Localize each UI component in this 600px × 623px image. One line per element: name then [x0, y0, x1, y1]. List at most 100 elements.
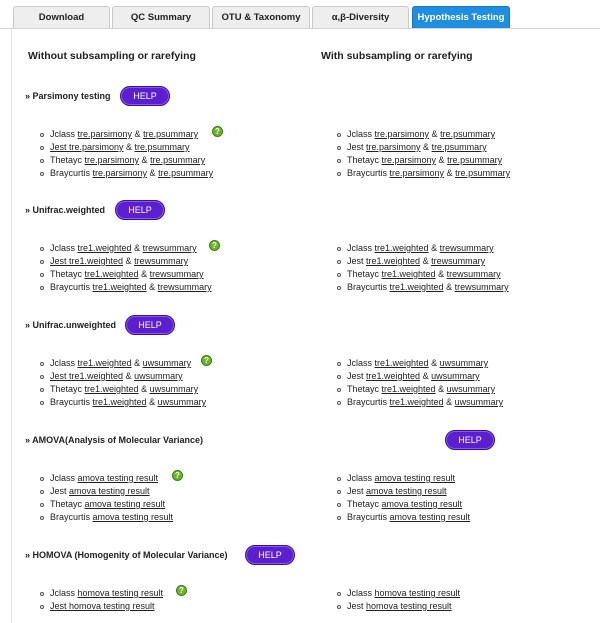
- summary-link[interactable]: trewsummary: [431, 256, 485, 266]
- summary-link[interactable]: uwsummary: [447, 384, 496, 394]
- result-link[interactable]: Jest tre.parsimony: [50, 142, 124, 152]
- summary-link[interactable]: uwsummary: [431, 371, 480, 381]
- result-link[interactable]: tre1.weighted: [375, 243, 429, 253]
- tab-diversity[interactable]: α,β-Diversity: [312, 6, 409, 28]
- summary-link[interactable]: tre.psummary: [432, 142, 487, 152]
- result-link[interactable]: tre1.weighted: [85, 384, 139, 394]
- result-link[interactable]: tre1.weighted: [93, 282, 147, 292]
- help-button[interactable]: HELP: [245, 545, 295, 565]
- result-link[interactable]: tre.parsimony: [85, 155, 140, 165]
- tab-qc-summary[interactable]: QC Summary: [112, 6, 210, 28]
- list-item: Thetayc tre.parsimony & tre.psummary: [40, 154, 213, 167]
- help-button[interactable]: HELP: [120, 86, 170, 106]
- metric-label: Braycurtis: [50, 397, 93, 407]
- help-button[interactable]: HELP: [445, 430, 495, 450]
- result-link[interactable]: tre.parsimony: [382, 155, 437, 165]
- result-link[interactable]: amova testing result: [69, 486, 150, 496]
- separator: &: [146, 282, 158, 292]
- section-title: » Parsimony testing: [25, 91, 111, 101]
- list-item: Jest homova testing result: [40, 600, 163, 613]
- result-link[interactable]: homova testing result: [78, 588, 164, 598]
- help-button[interactable]: HELP: [125, 315, 175, 335]
- bullet-icon: [40, 387, 44, 392]
- summary-link[interactable]: trewsummary: [143, 243, 197, 253]
- left-list: Jclass amova testing result Jest amova te…: [40, 472, 173, 524]
- help-button[interactable]: HELP: [115, 200, 165, 220]
- metric-label: Jclass: [50, 358, 78, 368]
- summary-link[interactable]: trewsummary: [150, 269, 204, 279]
- result-link[interactable]: Jest homova testing result: [50, 601, 155, 611]
- info-icon[interactable]: ?: [201, 355, 212, 366]
- list-item: Jest amova testing result: [40, 485, 173, 498]
- summary-link[interactable]: uwsummary: [134, 371, 183, 381]
- metric-label: Jclass: [50, 588, 78, 598]
- result-link[interactable]: amova testing result: [390, 512, 471, 522]
- result-link[interactable]: tre.parsimony: [375, 129, 430, 139]
- tab-download[interactable]: Download: [13, 6, 110, 28]
- result-link[interactable]: amova testing result: [93, 512, 174, 522]
- info-icon[interactable]: ?: [172, 470, 183, 481]
- separator: &: [443, 397, 455, 407]
- metric-label: Thetayc: [347, 269, 382, 279]
- result-link[interactable]: tre1.weighted: [78, 243, 132, 253]
- result-link[interactable]: amova testing result: [78, 473, 159, 483]
- metric-label: Thetayc: [347, 499, 382, 509]
- list-item: Thetayc tre1.weighted & uwsummary: [40, 383, 206, 396]
- bullet-icon: [40, 361, 44, 366]
- result-link[interactable]: tre1.weighted: [390, 282, 444, 292]
- bullet-icon: [337, 400, 341, 405]
- bullet-icon: [337, 502, 341, 507]
- summary-link[interactable]: tre.psummary: [440, 129, 495, 139]
- bullet-icon: [40, 604, 44, 609]
- metric-label: Braycurtis: [50, 512, 93, 522]
- summary-link[interactable]: tre.psummary: [143, 129, 198, 139]
- result-link[interactable]: tre1.weighted: [366, 371, 420, 381]
- tab-hypothesis-testing[interactable]: Hypothesis Testing: [412, 6, 510, 28]
- info-icon[interactable]: ?: [209, 240, 220, 251]
- result-link[interactable]: amova testing result: [85, 499, 166, 509]
- result-link[interactable]: tre1.weighted: [390, 397, 444, 407]
- summary-link[interactable]: uwsummary: [143, 358, 192, 368]
- summary-link[interactable]: tre.psummary: [150, 155, 205, 165]
- summary-link[interactable]: uwsummary: [158, 397, 207, 407]
- summary-link[interactable]: trewsummary: [447, 269, 501, 279]
- result-link[interactable]: amova testing result: [375, 473, 456, 483]
- bullet-icon: [337, 489, 341, 494]
- result-link[interactable]: amova testing result: [366, 486, 447, 496]
- summary-link[interactable]: tre.psummary: [135, 142, 190, 152]
- summary-link[interactable]: tre.psummary: [447, 155, 502, 165]
- result-link[interactable]: tre.parsimony: [366, 142, 421, 152]
- metric-label: Jest: [347, 486, 367, 496]
- info-icon[interactable]: ?: [176, 585, 187, 596]
- result-link[interactable]: amova testing result: [382, 499, 463, 509]
- result-link[interactable]: tre.parsimony: [93, 168, 148, 178]
- summary-link[interactable]: trewsummary: [455, 282, 509, 292]
- separator: &: [146, 397, 158, 407]
- summary-link[interactable]: uwsummary: [455, 397, 504, 407]
- result-link[interactable]: Jest tre1.weighted: [50, 371, 123, 381]
- result-link[interactable]: tre1.weighted: [375, 358, 429, 368]
- summary-link[interactable]: trewsummary: [134, 256, 188, 266]
- tab-otu-taxonomy[interactable]: OTU & Taxonomy: [212, 6, 310, 28]
- result-link[interactable]: tre1.weighted: [85, 269, 139, 279]
- tab-divider: [0, 28, 600, 29]
- result-link[interactable]: homova testing result: [375, 588, 461, 598]
- info-icon[interactable]: ?: [212, 126, 223, 137]
- result-link[interactable]: tre1.weighted: [78, 358, 132, 368]
- summary-link[interactable]: uwsummary: [150, 384, 199, 394]
- result-link[interactable]: tre1.weighted: [93, 397, 147, 407]
- list-item: Jclass tre.parsimony & tre.psummary: [337, 128, 510, 141]
- result-link[interactable]: Jest tre1.weighted: [50, 256, 123, 266]
- summary-link[interactable]: uwsummary: [440, 358, 489, 368]
- summary-link[interactable]: tre.psummary: [158, 168, 213, 178]
- summary-link[interactable]: trewsummary: [158, 282, 212, 292]
- result-link[interactable]: tre.parsimony: [78, 129, 133, 139]
- result-link[interactable]: tre1.weighted: [366, 256, 420, 266]
- result-link[interactable]: homova testing result: [366, 601, 452, 611]
- result-link[interactable]: tre.parsimony: [390, 168, 445, 178]
- bullet-icon: [40, 158, 44, 163]
- result-link[interactable]: tre1.weighted: [382, 269, 436, 279]
- summary-link[interactable]: tre.psummary: [455, 168, 510, 178]
- summary-link[interactable]: trewsummary: [440, 243, 494, 253]
- result-link[interactable]: tre1.weighted: [382, 384, 436, 394]
